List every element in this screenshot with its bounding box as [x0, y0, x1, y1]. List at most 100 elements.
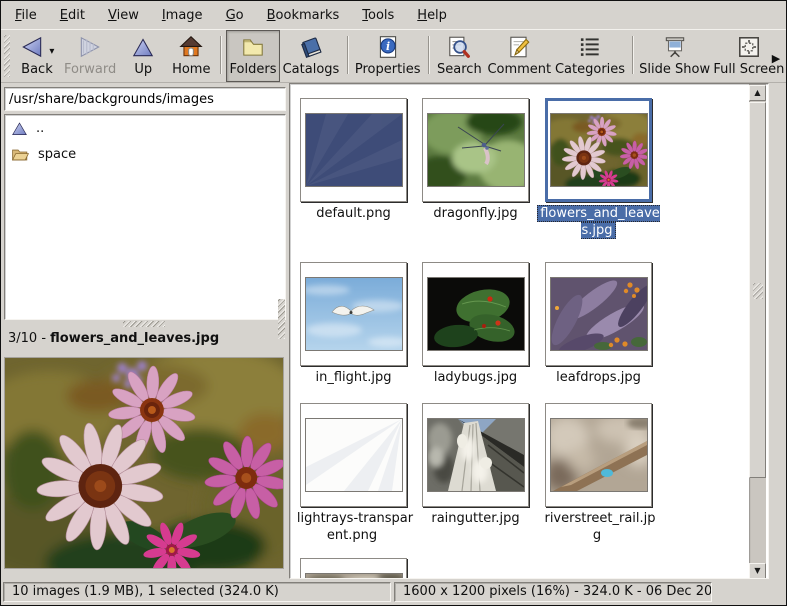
- menu-help[interactable]: Help: [407, 4, 457, 27]
- svg-text:i: i: [386, 40, 390, 53]
- toolbar-separator: [428, 36, 429, 74]
- thumbnail-frame: [545, 262, 652, 366]
- thumbnail-frame: [300, 558, 407, 579]
- menu-image[interactable]: Image: [152, 4, 213, 27]
- folder-icon: [240, 34, 266, 60]
- folders-toggle-button[interactable]: Folders: [226, 30, 280, 82]
- comment-icon: [506, 34, 532, 60]
- folder-icon: [11, 146, 30, 162]
- toolbar-separator: [632, 36, 633, 74]
- thumbnail-flowers-and-leaves[interactable]: flowers_and_leaves.jpg: [545, 98, 652, 202]
- preview-filename: flowers_and_leaves.jpg: [50, 331, 219, 346]
- thumbnail-label: default.png: [292, 205, 415, 222]
- back-icon: [19, 34, 45, 60]
- app-window: File Edit View Image Go Bookmarks Tools …: [0, 0, 787, 606]
- thumbnail-partial[interactable]: [300, 558, 407, 579]
- thumbnail-image-default: [305, 113, 403, 187]
- thumbnail-label: lightrays-transparent.png: [292, 510, 415, 544]
- thumbnail-label: raingutter.jpg: [414, 510, 537, 527]
- home-icon: [178, 34, 204, 60]
- scroll-up-button[interactable]: ▲: [749, 85, 766, 101]
- thumbnail-image-flowers: [550, 113, 648, 187]
- status-bar: 10 images (1.9 MB), 1 selected (324.0 K)…: [1, 579, 786, 605]
- scroll-down-button[interactable]: ▼: [749, 563, 766, 579]
- thumbnail-leafdrops[interactable]: leafdrops.jpg: [545, 262, 652, 366]
- thumbnail-panel: default.png: [289, 83, 787, 581]
- comment-button[interactable]: Comment: [485, 30, 553, 82]
- back-button[interactable]: ▾ Back: [13, 30, 61, 82]
- status-image-info: 1600 x 1200 pixels (16%) - 324.0 K - 06 …: [394, 582, 712, 602]
- toolbar-overflow-button[interactable]: ▶: [769, 49, 783, 69]
- status-collection-info: 10 images (1.9 MB), 1 selected (324.0 K): [3, 582, 391, 602]
- vertical-scrollbar[interactable]: ▲ ▼: [749, 84, 766, 579]
- thumbnail-frame: [422, 98, 529, 202]
- thumbnail-image-lightrays: [305, 418, 403, 492]
- menu-tools[interactable]: Tools: [352, 4, 404, 27]
- vertical-splitter-handle[interactable]: [278, 299, 285, 339]
- thumbnail-label: dragonfly.jpg: [414, 205, 537, 222]
- thumbnail-frame: [300, 98, 407, 202]
- up-button[interactable]: Up: [119, 30, 167, 82]
- forward-icon: [77, 34, 103, 60]
- thumbnail-dragonfly[interactable]: dragonfly.jpg: [422, 98, 529, 202]
- slideshow-icon: [662, 34, 688, 60]
- thumbnail-label: in_flight.jpg: [292, 369, 415, 386]
- thumbnail-frame: [545, 98, 652, 202]
- thumbnail-in-flight[interactable]: in_flight.jpg: [300, 262, 407, 366]
- up-folder-icon: [11, 121, 28, 136]
- forward-button: Forward: [61, 30, 119, 82]
- location-input[interactable]: [4, 87, 286, 111]
- thumbnail-raingutter[interactable]: raingutter.jpg: [422, 403, 529, 507]
- thumbnail-image-ladybugs: [427, 277, 525, 351]
- thumbnail-label: leafdrops.jpg: [537, 369, 660, 386]
- folder-list: .. space: [4, 114, 286, 320]
- categories-button[interactable]: Categories: [553, 30, 626, 82]
- fullscreen-icon: [736, 34, 762, 60]
- search-icon: [446, 34, 472, 60]
- home-button[interactable]: Home: [167, 30, 215, 82]
- menu-bookmarks[interactable]: Bookmarks: [257, 4, 350, 27]
- menu-bar: File Edit View Image Go Bookmarks Tools …: [1, 1, 786, 29]
- slideshow-button[interactable]: Slide Show: [638, 30, 712, 82]
- thumbnail-image-dragonfly: [427, 113, 525, 187]
- thumbnail-frame: [422, 403, 529, 507]
- list-icon: [577, 34, 603, 60]
- search-button[interactable]: Search: [433, 30, 485, 82]
- thumbnail-frame: [422, 262, 529, 366]
- menu-edit[interactable]: Edit: [50, 4, 95, 27]
- back-dropdown-button[interactable]: ▾: [49, 47, 54, 57]
- thumbnail-frame: [545, 403, 652, 507]
- thumbnail-lightrays[interactable]: lightrays-transparent.png: [300, 403, 407, 507]
- thumbnail-default[interactable]: default.png: [300, 98, 407, 202]
- thumbnail-image-in-flight: [305, 277, 403, 351]
- scrollbar-thumb[interactable]: [749, 102, 766, 478]
- thumbnail-ladybugs[interactable]: ladybugs.jpg: [422, 262, 529, 366]
- properties-icon: i: [375, 34, 401, 60]
- thumbnail-view: default.png: [289, 83, 769, 579]
- toolbar: ▾ Back Forward Up Home: [1, 29, 786, 83]
- menu-view[interactable]: View: [98, 4, 149, 27]
- thumbnail-label: riverstreet_rail.jpg: [537, 510, 660, 544]
- catalogs-button[interactable]: Catalogs: [280, 30, 342, 82]
- folder-item-up[interactable]: ..: [5, 115, 285, 141]
- properties-button[interactable]: i Properties: [353, 30, 423, 82]
- menu-file[interactable]: File: [5, 4, 47, 27]
- thumbnail-image-raingutter: [427, 418, 525, 492]
- folder-item-label: ..: [36, 121, 44, 136]
- folder-item-space[interactable]: space: [5, 141, 285, 167]
- toolbar-separator: [220, 36, 221, 74]
- horizontal-splitter-handle[interactable]: [123, 321, 165, 327]
- preview-info: 3/10 - flowers_and_leaves.jpg: [8, 328, 219, 350]
- thumbnail-image-riverstreet-rail: [550, 418, 648, 492]
- toolbar-separator: [347, 36, 348, 74]
- thumbnail-label: flowers_and_leaves.jpg: [537, 205, 660, 239]
- menu-go[interactable]: Go: [216, 4, 254, 27]
- folder-item-label: space: [38, 147, 76, 162]
- preview-image: [4, 357, 284, 569]
- thumbnail-label: ladybugs.jpg: [414, 369, 537, 386]
- thumbnail-frame: [300, 403, 407, 507]
- thumbnail-riverstreet-rail[interactable]: riverstreet_rail.jpg: [545, 403, 652, 507]
- scrollbar-grip: [753, 283, 763, 299]
- thumbnail-frame: [300, 262, 407, 366]
- toolbar-drag-handle[interactable]: [4, 35, 10, 77]
